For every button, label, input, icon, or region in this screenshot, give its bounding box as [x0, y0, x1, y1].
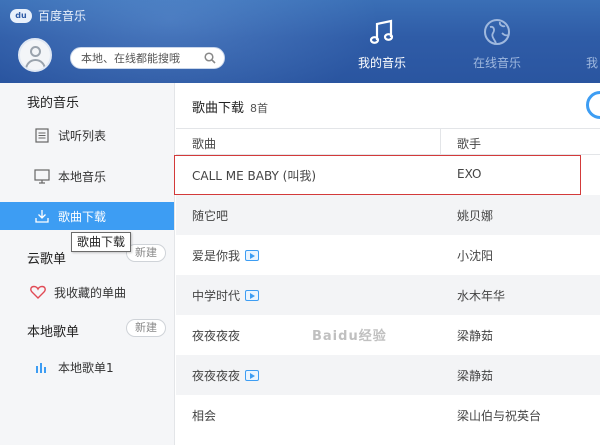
download-icon [34, 208, 50, 224]
main-panel: 歌曲下载 8首 歌曲 歌手 CALL ME BABY (叫我) EXO 随它吧 … [174, 83, 600, 445]
table-header: 歌曲 歌手 [176, 128, 600, 155]
table-row[interactable]: 夜夜夜夜 梁静茹 [176, 355, 600, 395]
music-note-icon [347, 14, 417, 50]
heart-icon [30, 284, 46, 300]
app-title: 百度音乐 [38, 9, 87, 23]
sidebar-item-label: 本地歌单1 [58, 360, 114, 375]
artist-name[interactable]: EXO [457, 167, 481, 181]
search-icon[interactable] [204, 52, 216, 64]
song-count: 8首 [250, 102, 269, 115]
play-all-button[interactable] [586, 91, 600, 119]
sidebar-item-label: 本地音乐 [58, 169, 107, 184]
artist-name[interactable]: 梁静茹 [457, 327, 493, 344]
column-header-artist[interactable]: 歌手 [457, 135, 481, 152]
column-divider [440, 129, 441, 155]
sidebar-item-preview-list[interactable]: 试听列表 [0, 121, 174, 149]
mv-play-icon[interactable] [245, 290, 260, 301]
local-playlist-heading: 本地歌单 [27, 325, 80, 340]
nav-online-music[interactable]: 在线音乐 [462, 14, 532, 71]
song-title: CALL ME BABY (叫我) [192, 169, 317, 183]
tooltip: 歌曲下载 [71, 232, 132, 252]
artist-name[interactable]: 梁山伯与祝英台 [457, 407, 541, 424]
baidu-music-logo-icon: du [10, 8, 32, 23]
monitor-icon [34, 168, 50, 184]
my-music-heading: 我的音乐 [27, 96, 80, 111]
sidebar-item-song-download[interactable]: 歌曲下载 [0, 202, 174, 230]
song-title: 随它吧 [192, 209, 229, 223]
search-box[interactable] [70, 47, 225, 69]
nav-me[interactable]: 我 [568, 14, 600, 71]
table-row[interactable]: CALL ME BABY (叫我) EXO [176, 155, 600, 195]
mv-play-icon[interactable] [245, 370, 260, 381]
sidebar: 我的音乐 试听列表 本地音乐 歌曲下载 云歌单 新建 我收藏的单曲 本地歌单 新… [0, 83, 175, 445]
artist-name[interactable]: 姚贝娜 [457, 207, 493, 224]
song-title: 相会 [192, 409, 217, 423]
song-title: 中学时代 [192, 287, 260, 304]
nav-my-music-label: 我的音乐 [357, 56, 406, 70]
table-row[interactable]: 中学时代 水木年华 [176, 275, 600, 315]
watermark: Baidu经验 [312, 329, 387, 344]
artist-name[interactable]: 梁静茹 [457, 367, 493, 384]
sidebar-item-local-music[interactable]: 本地音乐 [0, 162, 174, 190]
sidebar-item-label: 我收藏的单曲 [54, 285, 127, 300]
table-row[interactable]: 夜夜夜夜 梁静茹 [176, 315, 600, 355]
column-header-song[interactable]: 歌曲 [192, 135, 216, 152]
app-brand: du 百度音乐 [10, 7, 86, 24]
page-title-text: 歌曲下载 [192, 101, 245, 116]
nav-me-label: 我 [586, 56, 599, 70]
new-local-playlist-button[interactable]: 新建 [126, 319, 166, 337]
globe-icon [462, 14, 532, 50]
table-row[interactable]: 爱是你我 小沈阳 [176, 235, 600, 275]
user-avatar[interactable] [18, 38, 52, 72]
new-cloud-playlist-button[interactable]: 新建 [126, 244, 166, 262]
app-header: du 百度音乐 我的音乐 在线音乐 我 [0, 0, 600, 83]
song-title: 夜夜夜夜 [192, 367, 260, 384]
bars-icon [34, 359, 50, 375]
artist-name[interactable]: 小沈阳 [457, 247, 493, 264]
nav-online-music-label: 在线音乐 [472, 56, 521, 70]
page-title: 歌曲下载 8首 [192, 97, 268, 116]
sidebar-item-label: 歌曲下载 [58, 209, 107, 224]
song-title: 夜夜夜夜 [192, 329, 241, 343]
song-title: 爱是你我 [192, 247, 260, 264]
cloud-playlist-heading: 云歌单 [27, 252, 67, 267]
search-input[interactable] [81, 51, 199, 65]
sidebar-item-label: 试听列表 [58, 128, 107, 143]
sidebar-item-local-playlist-1[interactable]: 本地歌单1 [0, 353, 174, 381]
list-icon [34, 127, 50, 143]
mv-play-icon[interactable] [245, 250, 260, 261]
table-row[interactable]: 随它吧 姚贝娜 [176, 195, 600, 235]
artist-name[interactable]: 水木年华 [457, 287, 505, 304]
nav-my-music[interactable]: 我的音乐 [347, 14, 417, 71]
table-row[interactable]: 相会 梁山伯与祝英台 [176, 395, 600, 435]
sidebar-item-favorites[interactable]: 我收藏的单曲 [0, 278, 174, 306]
